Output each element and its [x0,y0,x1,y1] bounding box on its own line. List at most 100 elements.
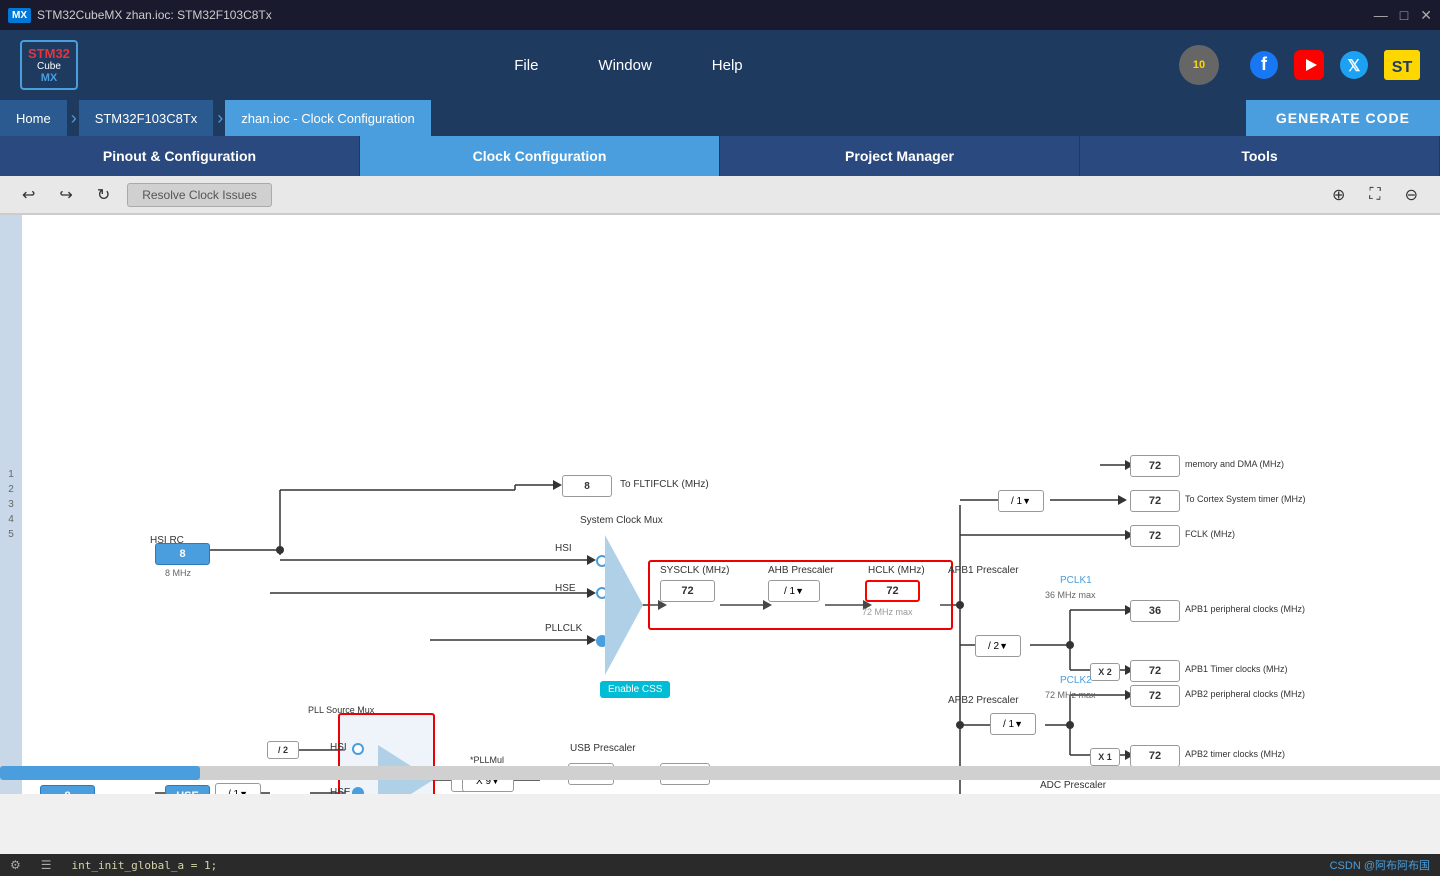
svg-text:ST: ST [1392,59,1413,76]
refresh-button[interactable]: ↻ [90,180,117,210]
apb1-div-select[interactable]: / 2 ▼ [975,635,1021,657]
undo-button[interactable]: ↩ [15,180,42,210]
top-value-box-a: 72 [1130,455,1180,477]
tab-project[interactable]: Project Manager [720,136,1080,176]
hsi-signal-label: HSI [555,543,572,554]
maximize-btn[interactable]: □ [1400,7,1408,24]
breadcrumb-arrow2: › [217,108,223,129]
apb2-timer-value-box: 72 [1130,745,1180,767]
menu-file[interactable]: File [514,57,538,74]
svg-text:𝕏: 𝕏 [1348,58,1361,75]
top-partial-label: memory and DMA (MHz) [1185,459,1284,469]
logo-stm: STM32 [28,46,70,61]
scrollbar-thumb[interactable] [0,766,200,780]
apb1-timer-label: APB1 Timer clocks (MHz) [1185,664,1288,674]
twitter-icon-svg[interactable]: 𝕏 [1339,50,1369,80]
apb1-timer-value-box: 72 [1130,660,1180,682]
status-icon2: ☰ [41,858,52,872]
youtube-icon-svg[interactable] [1294,50,1324,80]
zoom-out-button[interactable]: ⊖ [1398,180,1425,210]
status-code: int_init_global_a = 1; [72,859,218,872]
generate-code-button[interactable]: GENERATE CODE [1246,100,1440,136]
anniversary-icon: 10 [1179,45,1219,85]
fclk-value-box: 72 [1130,525,1180,547]
enable-css-button[interactable]: Enable CSS [600,681,670,698]
apb2-periph-label: APB2 peripheral clocks (MHz) [1185,689,1305,699]
resolve-clock-button[interactable]: Resolve Clock Issues [127,183,272,207]
toolbar: ↩ ↪ ↻ Resolve Clock Issues ⊕ ⛶ ⊖ [0,176,1440,214]
sysclk-label: SYSCLK (MHz) [660,565,729,576]
input-freq-value: 8 [40,785,95,794]
fltifclk-label: To FLTIFCLK (MHz) [620,479,709,490]
redo-button[interactable]: ↪ [52,180,79,210]
breadcrumb-config[interactable]: zhan.ioc - Clock Configuration [225,100,430,136]
hse-signal-label: HSE [555,583,576,594]
cortex-timer-label: To Cortex System timer (MHz) [1185,494,1306,504]
usb-prescaler-label: USB Prescaler [570,743,636,754]
statusbar: ⚙ ☰ int_init_global_a = 1; CSDN @阿布阿布国 [0,854,1440,876]
adc-prescaler-label: ADC Prescaler [1040,780,1106,791]
hse-box[interactable]: HSE [165,785,210,794]
hsi-rc-value: 8 [155,543,210,565]
close-btn[interactable]: ✕ [1420,7,1432,24]
pllclk-signal-label: PLLCLK [545,623,582,634]
menu-window[interactable]: Window [598,57,651,74]
breadcrumb-home[interactable]: Home [0,100,67,136]
fltifclk-value-box: 8 [562,475,612,497]
pclk2-label: PCLK2 [1060,675,1092,686]
pll-source-mux-label: PLL Source Mux [308,705,374,715]
hclk-value-box: 72 [865,580,920,602]
titlebar: MX STM32CubeMX zhan.ioc: STM32F103C8Tx —… [0,0,1440,30]
fullscreen-button[interactable]: ⛶ [1362,181,1387,209]
main-nav: File Window Help [118,57,1139,74]
sysclk-mux-triangle [605,535,643,675]
pll-hsi-radio[interactable] [352,743,364,755]
ahb-prescaler-select[interactable]: / 1 ▼ [768,580,820,602]
sysclk-value-box: 72 [660,580,715,602]
hclk-label: HCLK (MHz) [868,565,925,576]
window-controls[interactable]: — □ ✕ [1374,7,1432,24]
breadcrumb: Home › STM32F103C8Tx › zhan.ioc - Clock … [0,100,1440,136]
apb1-periph-label: APB1 peripheral clocks (MHz) [1185,604,1305,614]
apb1-prescaler-label: APB1 Prescaler [948,565,1019,576]
system-clock-mux-label: System Clock Mux [580,515,663,526]
apb2-periph-value-box: 72 [1130,685,1180,707]
app-logo: MX [8,8,31,23]
pll-hsi-label: HSI [330,742,347,753]
apb2-x1-box: X 1 [1090,748,1120,766]
apb2-max-label: 72 MHz max [1045,690,1096,700]
cortex-div-select[interactable]: / 1 ▼ [998,490,1044,512]
logo-cube: Cube [37,61,61,72]
social-icons: 10  f 𝕏 ST [1179,45,1420,85]
titlebar-title: STM32CubeMX zhan.ioc: STM32F103C8Tx [37,8,272,22]
connection-lines [0,215,1440,794]
logo-mx: MX [41,72,58,84]
left-sidebar: 1 2 3 4 5 [0,215,22,794]
tab-bar: Pinout & Configuration Clock Configurati… [0,136,1440,176]
breadcrumb-arrow1: › [71,108,77,129]
minimize-btn[interactable]: — [1374,7,1388,24]
pll-hse-radio[interactable] [352,787,364,794]
tab-pinout[interactable]: Pinout & Configuration [0,136,360,176]
tab-tools[interactable]: Tools [1080,136,1440,176]
apb2-div-select[interactable]: / 1 ▼ [990,713,1036,735]
input-arrows: ▶▶ [96,792,114,794]
menubar: STM32 Cube MX File Window Help 10  f 𝕏 … [0,30,1440,100]
clock-diagram-area: 1 2 3 4 5 [0,214,1440,794]
facebook-icon-svg[interactable]: f [1249,50,1279,80]
hsi-mhz-label: 8 MHz [165,568,191,578]
div2-pll-box: / 2 [267,741,299,759]
hse-prescaler-select[interactable]: / 1 ▼ [215,783,261,794]
status-icon: ⚙ [10,858,21,872]
menu-help[interactable]: Help [712,57,743,74]
svg-text:f: f [1261,54,1268,74]
st-icon-svg[interactable]: ST [1384,50,1420,80]
tab-clock[interactable]: Clock Configuration [360,136,720,176]
apb1-periph-value-box: 36 [1130,600,1180,622]
hclk-max-label: 72 MHz max [862,607,913,617]
pclk1-label: PCLK1 [1060,575,1092,586]
app-brand: STM32 Cube MX [20,40,78,90]
horizontal-scrollbar[interactable] [0,766,1440,780]
breadcrumb-device[interactable]: STM32F103C8Tx [79,100,214,136]
zoom-in-button[interactable]: ⊕ [1325,180,1352,210]
